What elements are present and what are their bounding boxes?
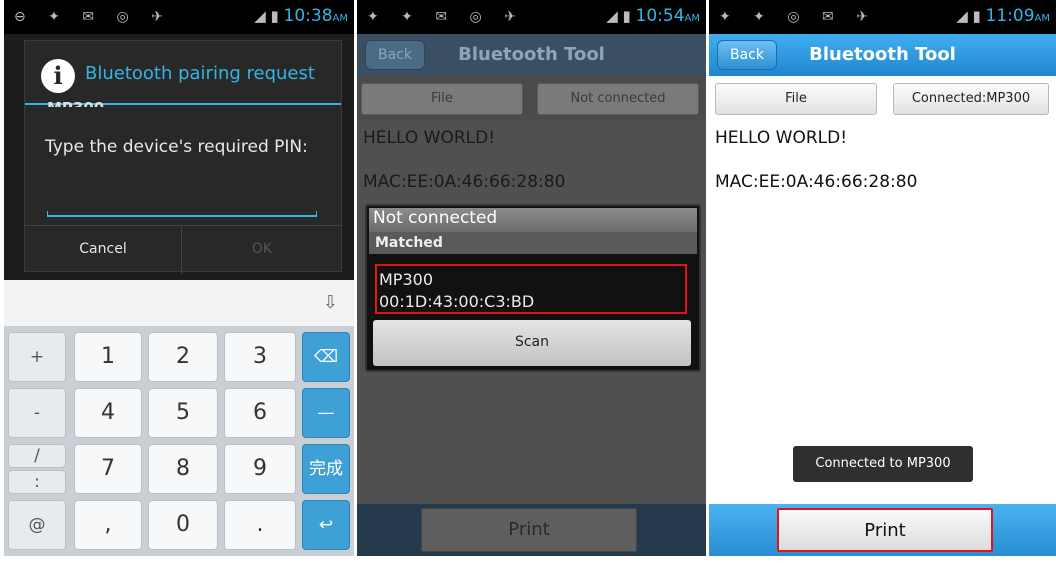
- action-row: File Not connected: [357, 78, 706, 120]
- cancel-button[interactable]: Cancel: [25, 226, 181, 274]
- connected-toast: Connected to MP300: [793, 446, 973, 482]
- status-ampm: AM: [684, 13, 700, 24]
- info-icon: i: [41, 59, 75, 93]
- key-2[interactable]: 1: [74, 332, 142, 382]
- status-ampm: AM: [1034, 13, 1050, 24]
- keyboard-toolbar: ⇩: [4, 280, 354, 326]
- print-button[interactable]: Print: [421, 508, 637, 552]
- device-list-popup: Not connected Matched MP300 00:1D:43:00:…: [365, 204, 701, 372]
- key-15[interactable]: 完成: [302, 444, 350, 494]
- dialog-title: Bluetooth pairing request: [85, 63, 315, 84]
- status-right: ◢ ▮ 10:54AM: [606, 6, 700, 26]
- status-ampm: AM: [332, 13, 348, 24]
- key-6[interactable]: -: [8, 388, 66, 438]
- dialog-device-name: MP300: [47, 99, 104, 107]
- status-time: 10:54: [635, 6, 685, 26]
- pin-input[interactable]: [47, 211, 317, 217]
- key-8[interactable]: 5: [148, 388, 218, 438]
- status-right: ◢ ▮ 11:09AM: [956, 6, 1050, 26]
- bottom-bar: Print: [357, 504, 706, 556]
- key-12[interactable]: 7: [74, 444, 142, 494]
- key-19[interactable]: 0: [148, 500, 218, 550]
- file-button[interactable]: File: [361, 83, 523, 115]
- key-5[interactable]: ⌫: [302, 332, 350, 382]
- file-button[interactable]: File: [715, 83, 877, 115]
- key-14[interactable]: 9: [224, 444, 296, 494]
- device-name: MP300: [379, 270, 433, 289]
- status-bar: ⊖ ✦ ✉ ◎ ✈ ◢ ▮ 10:38AM: [4, 0, 354, 34]
- status-time: 10:38: [283, 6, 333, 26]
- text-line-hello: HELLO WORLD!: [715, 128, 848, 148]
- key-16[interactable]: :: [8, 470, 66, 494]
- key-3[interactable]: 2: [148, 332, 218, 382]
- screen-pairing-request: ⊖ ✦ ✉ ◎ ✈ ◢ ▮ 10:38AM i Bluetooth pairin…: [4, 0, 354, 556]
- connection-button[interactable]: Connected:MP300: [893, 83, 1049, 115]
- status-time: 11:09: [985, 6, 1035, 26]
- popup-subheader: Matched: [369, 232, 697, 254]
- popup-header: Not connected: [369, 208, 697, 232]
- action-row: File Connected:MP300: [709, 78, 1056, 120]
- bottom-bar: Print: [709, 504, 1056, 556]
- device-list-item[interactable]: MP300 00:1D:43:00:C3:BD: [375, 264, 687, 314]
- key-9[interactable]: 6: [224, 388, 296, 438]
- keyboard-keys: +1 2 3 ⌫ -4 5 6— / 7 8 9 完成: @, 0. ↩: [4, 326, 354, 556]
- device-mac: 00:1D:43:00:C3:BD: [379, 292, 535, 311]
- dialog-buttons: Cancel OK: [25, 225, 342, 274]
- scan-button[interactable]: Scan: [373, 320, 691, 366]
- key-4[interactable]: 3: [224, 332, 296, 382]
- notification-icons: ⊖ ✦ ✉ ◎ ✈: [14, 9, 172, 25]
- notification-icons: ✦ ✦ ◎ ✉ ✈: [719, 9, 877, 25]
- numeric-keyboard: ⇩ +1 2 3 ⌫ -4 5 6— / 7 8 9 完成: @, 0. ↩: [4, 280, 354, 556]
- ok-button[interactable]: OK: [182, 226, 342, 274]
- key-21[interactable]: ↩: [302, 500, 350, 550]
- key-18[interactable]: ,: [74, 500, 142, 550]
- screen-connected: ✦ ✦ ◎ ✉ ✈ ◢ ▮ 11:09AM Back Bluetooth Too…: [709, 0, 1056, 556]
- key-7[interactable]: 4: [74, 388, 142, 438]
- pairing-dialog: i Bluetooth pairing request MP300 Type t…: [24, 40, 342, 274]
- screen-device-select: ✦ ✦ ✉ ◎ ✈ ◢ ▮ 10:54AM Back Bluetooth Too…: [357, 0, 706, 556]
- print-button[interactable]: Print: [777, 508, 993, 552]
- text-line-mac: MAC:EE:0A:46:66:28:80: [363, 172, 566, 192]
- app-navbar: Back Bluetooth Tool: [709, 34, 1056, 76]
- key-17[interactable]: @: [8, 500, 66, 550]
- signal-icon: ◢ ▮: [254, 7, 284, 25]
- signal-icon: ◢ ▮: [956, 7, 986, 25]
- hide-keyboard-icon[interactable]: ⇩: [323, 292, 338, 313]
- key-1[interactable]: +: [8, 332, 66, 382]
- key-13[interactable]: 8: [148, 444, 218, 494]
- signal-icon: ◢ ▮: [606, 7, 636, 25]
- status-right: ◢ ▮ 10:38AM: [254, 6, 348, 26]
- status-bar: ✦ ✦ ◎ ✉ ✈ ◢ ▮ 11:09AM: [709, 0, 1056, 34]
- key-11[interactable]: /: [8, 444, 66, 468]
- app-title: Bluetooth Tool: [458, 44, 605, 65]
- app-navbar: Back Bluetooth Tool: [357, 34, 706, 76]
- notification-icons: ✦ ✦ ✉ ◎ ✈: [367, 9, 525, 25]
- text-line-mac: MAC:EE:0A:46:66:28:80: [715, 172, 918, 192]
- status-bar: ✦ ✦ ✉ ◎ ✈ ◢ ▮ 10:54AM: [357, 0, 706, 34]
- app-title: Bluetooth Tool: [809, 44, 956, 65]
- key-20[interactable]: .: [224, 500, 296, 550]
- text-line-hello: HELLO WORLD!: [363, 128, 496, 148]
- dialog-prompt: Type the device's required PIN:: [45, 137, 308, 157]
- connection-button[interactable]: Not connected: [537, 83, 699, 115]
- key-10[interactable]: —: [302, 388, 350, 438]
